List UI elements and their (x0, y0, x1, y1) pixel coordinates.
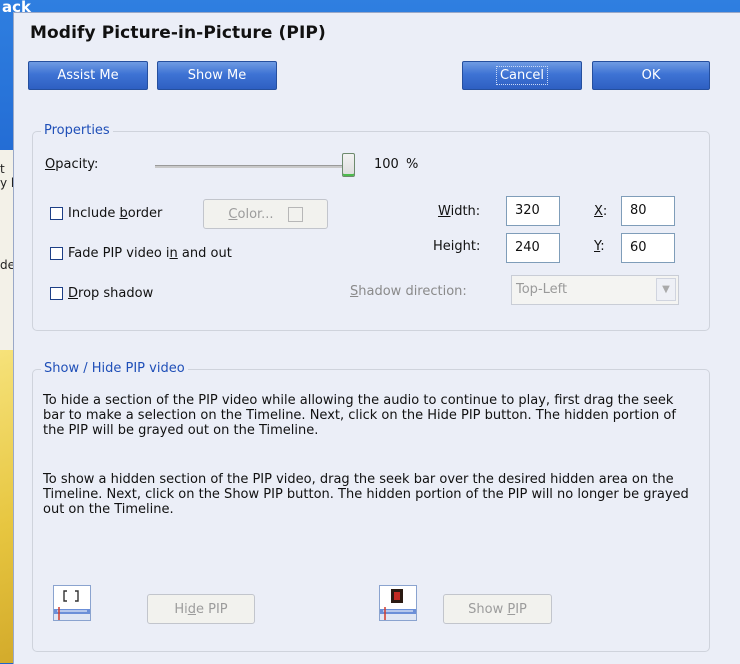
hide-pip-label: Hide PIP (174, 601, 228, 617)
shadow-direction-label: Shadow direction: (350, 284, 467, 299)
assist-me-button[interactable]: Assist Me (28, 61, 148, 90)
dialog-title: Modify Picture-in-Picture (PIP) (30, 23, 326, 43)
hide-pip-button[interactable]: Hide PIP (147, 594, 255, 624)
cancel-label: Cancel (495, 66, 549, 85)
color-swatch (287, 206, 303, 222)
width-input[interactable]: 320 (506, 196, 560, 226)
chevron-down-icon: ▼ (656, 278, 676, 301)
fade-label: Fade PIP video in and out (68, 246, 232, 261)
opacity-slider-thumb[interactable] (342, 153, 355, 177)
show-me-button[interactable]: Show Me (157, 61, 277, 90)
height-label: Height: (433, 239, 481, 254)
shadow-direction-value: Top-Left (516, 282, 568, 297)
properties-group: Properties Opacity: 100 % Include border… (32, 123, 710, 331)
timeline-show-icon (379, 585, 417, 621)
width-label: Width: (438, 204, 481, 219)
y-label: Y: (594, 239, 605, 254)
show-instructions: To show a hidden section of the PIP vide… (43, 472, 689, 517)
opacity-unit: % (406, 157, 419, 172)
pip-dialog: Modify Picture-in-Picture (PIP) Assist M… (13, 12, 740, 664)
timeline-hide-icon (53, 585, 91, 621)
y-input[interactable]: 60 (621, 233, 675, 263)
show-pip-button[interactable]: Show PIP (443, 594, 552, 624)
fade-checkbox[interactable] (50, 247, 63, 260)
ok-button[interactable]: OK (592, 61, 710, 90)
drop-shadow-label: Drop shadow (68, 286, 154, 301)
opacity-label: Opacity: (45, 157, 99, 172)
shadow-direction-select[interactable]: Top-Left ▼ (511, 275, 679, 305)
hide-instructions: To hide a section of the PIP video while… (43, 393, 676, 438)
opacity-slider-track[interactable] (155, 165, 345, 168)
opacity-value: 100 (374, 157, 399, 172)
x-label: X: (594, 204, 608, 219)
properties-legend: Properties (41, 123, 113, 138)
include-border-checkbox[interactable] (50, 207, 63, 220)
color-button[interactable]: Color... (203, 199, 328, 229)
x-input[interactable]: 80 (621, 196, 675, 226)
background-text-1: t (0, 162, 5, 176)
cancel-button[interactable]: Cancel (462, 61, 582, 90)
height-input[interactable]: 240 (506, 233, 560, 263)
color-button-label: Color... (228, 206, 274, 222)
include-border-label: Include border (68, 206, 163, 221)
show-hide-legend: Show / Hide PIP video (41, 361, 188, 376)
show-hide-group: Show / Hide PIP video To hide a section … (32, 361, 710, 652)
drop-shadow-checkbox[interactable] (50, 287, 63, 300)
show-pip-label: Show PIP (468, 601, 527, 617)
